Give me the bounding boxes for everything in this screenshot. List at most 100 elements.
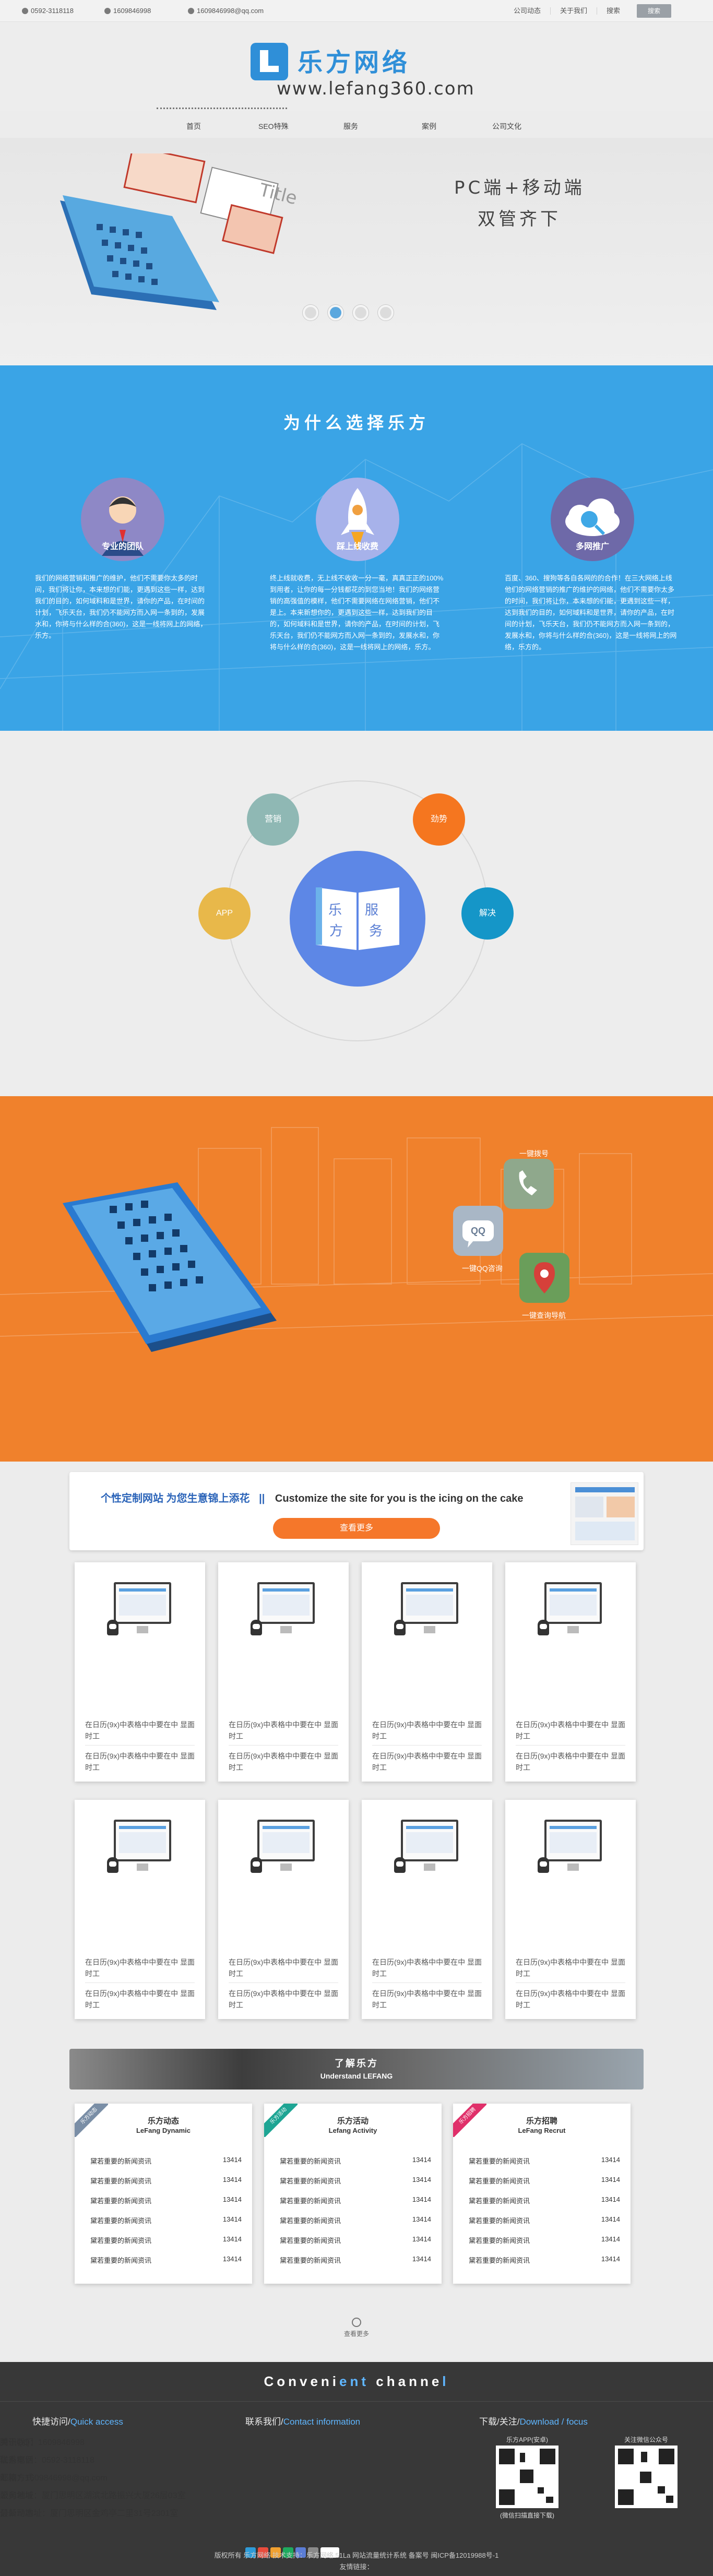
logo-chinese[interactable]: 乐方网络 <box>298 42 410 78</box>
news-item[interactable]: 黛若重要的新闻资讯 13414 <box>280 2195 431 2205</box>
case-card[interactable]: 在日历(9x)中表格中中要在中 显面时工 在日历(9x)中表格中中要在中 显面时工 <box>362 1562 492 1782</box>
nav-home[interactable]: 首页 <box>186 115 201 138</box>
case-card[interactable]: 在日历(9x)中表格中中要在中 显面时工 在日历(9x)中表格中中要在中 显面时工 <box>75 1562 205 1782</box>
news-heading-en: LeFang Dynamic <box>136 2127 191 2134</box>
news-item[interactable]: 黛若重要的新闻资讯 13414 <box>469 2195 620 2205</box>
map-navigation-icon[interactable] <box>519 1253 569 1303</box>
contact-heading: 联系我们/Contact information <box>245 2417 361 2427</box>
qq-icon <box>104 7 111 14</box>
news-count: 13414 <box>222 2156 242 2164</box>
qr-app-caption: 乐方APP(安卓) <box>506 2436 548 2443</box>
news-title: 黛若重要的新闻资讯 <box>469 2197 530 2205</box>
monitor-icon <box>114 1820 171 1871</box>
why-text-2: 终上线就收费，无上线不收收一分一毫，真真正正的100%到用者，让你的每一分钱都花… <box>270 574 444 651</box>
search-button[interactable]: 搜索 <box>637 4 671 18</box>
news-item[interactable]: 黛若重要的新闻资讯 13414 <box>280 2215 431 2225</box>
top-link-about[interactable]: 关于我们 <box>551 7 597 15</box>
why-col-team: 专业的团队 我们的网络营销和推广的维护，他们不需要你太多的时间，我们将让你，本来… <box>29 478 217 642</box>
news-item[interactable]: 黛若重要的新闻资讯 13414 <box>280 2255 431 2265</box>
contact-line: 分公司地址：厦门思明区金鸡亭二里31号2301室 <box>0 2509 179 2518</box>
slide-dot-2[interactable] <box>328 305 343 320</box>
news-item[interactable]: 黛若重要的新闻资讯 13414 <box>280 2235 431 2245</box>
top-link-search[interactable]: 搜索 <box>597 7 629 15</box>
case-card[interactable]: 在日历(9x)中表格中中要在中 显面时工 在日历(9x)中表格中中要在中 显面时工 <box>218 1562 349 1782</box>
nav-culture[interactable]: 公司文化 <box>492 115 521 138</box>
download-heading: 下载/关注/Download / focus <box>479 2417 588 2427</box>
qq-badge: QQ <box>471 1226 486 1236</box>
news-item[interactable]: 黛若重要的新闻资讯 13414 <box>469 2156 620 2166</box>
bubble-solution[interactable]: 解决 <box>461 887 514 940</box>
phone-icon <box>22 7 28 14</box>
news-item[interactable]: 黛若重要的新闻资讯 13414 <box>90 2215 242 2225</box>
app-qr-code[interactable] <box>496 2446 558 2508</box>
contact-line: 腾讯QQ：1609846998 <box>0 2438 85 2447</box>
news-item[interactable]: 黛若重要的新闻资讯 13414 <box>469 2235 620 2245</box>
slide-dot-3[interactable] <box>353 305 369 320</box>
news-count: 13414 <box>412 2235 431 2243</box>
about-title-en: Understand LEFANG <box>320 2072 393 2080</box>
header: 乐方网络 www.lefang360.com <box>0 22 713 111</box>
service-center: 乐 方 服 务 <box>290 851 425 987</box>
copyright-bar: 版权所有 乐方网络 技术支持：乐方网络 51La 网站流量统计系统 备案号 闽I… <box>0 2550 713 2573</box>
news-title: 黛若重要的新闻资讯 <box>280 2157 341 2165</box>
about-header-bar: 了解乐方 Understand LEFANG <box>69 2049 644 2090</box>
nav-cases[interactable]: 案例 <box>422 115 436 138</box>
hero-banner: Title PC端+移动端 双管齐下 <box>0 138 713 365</box>
about-more-link[interactable]: 查看更多 <box>334 2318 379 2338</box>
case-card[interactable]: 在日历(9x)中表格中中要在中 显面时工 在日历(9x)中表格中中要在中 显面时工 <box>505 1562 636 1782</box>
case-desc: 在日历(9x)中表格中中要在中 显面时工 <box>85 1720 195 1740</box>
news-item[interactable]: 黛若重要的新闻资讯 13414 <box>469 2255 620 2265</box>
logo-icon[interactable] <box>251 43 288 80</box>
why-heading-3: 多网推广 <box>575 542 609 551</box>
news-item[interactable]: 黛若重要的新闻资讯 13414 <box>90 2176 242 2186</box>
bubble-marketing[interactable]: 营销 <box>247 793 299 846</box>
nav-seo[interactable]: SEO特殊 <box>258 115 289 138</box>
top-bar: 0592-3118118 1609846998 1609846998@qq.co… <box>0 0 713 22</box>
view-more-button[interactable]: 查看更多 <box>273 1518 440 1539</box>
why-title: 为什么选择乐方 <box>283 413 430 432</box>
monitor-icon <box>257 1582 315 1633</box>
qq-chat-icon[interactable]: QQ <box>453 1206 503 1256</box>
slide-dot-4[interactable] <box>378 305 394 320</box>
news-item[interactable]: 黛若重要的新闻资讯 13414 <box>469 2215 620 2225</box>
case-card[interactable]: 在日历(9x)中表格中中要在中 显面时工 在日历(9x)中表格中中要在中 显面时工 <box>75 1800 205 2019</box>
plus-circle-icon <box>352 2318 361 2327</box>
top-link-news[interactable]: 公司动态 <box>504 7 551 15</box>
news-count: 13414 <box>601 2195 620 2203</box>
nav-service[interactable]: 服务 <box>343 115 358 138</box>
news-title: 黛若重要的新闻资讯 <box>469 2257 530 2264</box>
news-item[interactable]: 黛若重要的新闻资讯 13414 <box>280 2176 431 2186</box>
news-count: 13414 <box>601 2255 620 2263</box>
svg-text:方: 方 <box>329 923 343 939</box>
news-item[interactable]: 黛若重要的新闻资讯 13414 <box>469 2176 620 2186</box>
slide-dot-1[interactable] <box>303 305 318 320</box>
news-item[interactable]: 黛若重要的新闻资讯 13414 <box>90 2156 242 2166</box>
news-count: 13414 <box>412 2255 431 2263</box>
wechat-qr-code[interactable] <box>615 2446 678 2508</box>
news-item[interactable]: 黛若重要的新闻资讯 13414 <box>90 2255 242 2265</box>
mascot-icon <box>107 1857 118 1873</box>
news-count: 13414 <box>222 2215 242 2223</box>
contact-line: 公司地址：厦门思明区湖滨北路振兴大厦26层03室 <box>0 2491 186 2500</box>
why-text-3: 百度、360、搜狗等各自各网的的合作！在三大网络上线 他们的网络营销的推广的维护… <box>505 574 677 651</box>
tablet-illustration: Title <box>60 153 299 310</box>
news-title: 黛若重要的新闻资讯 <box>469 2237 530 2245</box>
news-title: 黛若重要的新闻资讯 <box>90 2217 152 2225</box>
bubble-app[interactable]: APP <box>198 887 251 940</box>
contact-line: 联系电话：0592-3118118 <box>0 2456 94 2465</box>
friend-links[interactable]: 友情链接： <box>0 2561 713 2573</box>
news-item[interactable]: 黛若重要的新闻资讯 13414 <box>280 2156 431 2166</box>
bubble-advantage[interactable]: 劲势 <box>413 793 465 846</box>
label-one-click-call: 一键拨号 <box>519 1149 549 1158</box>
site-preview-thumbnail[interactable] <box>571 1482 638 1545</box>
case-card[interactable]: 在日历(9x)中表格中中要在中 显面时工 在日历(9x)中表格中中要在中 显面时工 <box>362 1800 492 2019</box>
case-desc: 在日历(9x)中表格中中要在中 显面时工 <box>372 1720 482 1740</box>
case-card[interactable]: 在日历(9x)中表格中中要在中 显面时工 在日历(9x)中表格中中要在中 显面时工 <box>505 1800 636 2019</box>
phone-call-icon[interactable] <box>504 1159 554 1209</box>
case-card[interactable]: 在日历(9x)中表格中中要在中 显面时工 在日历(9x)中表格中中要在中 显面时工 <box>218 1800 349 2019</box>
news-title: 黛若重要的新闻资讯 <box>90 2177 152 2185</box>
news-item[interactable]: 黛若重要的新闻资讯 13414 <box>90 2195 242 2205</box>
news-title: 黛若重要的新闻资讯 <box>280 2257 341 2264</box>
news-item[interactable]: 黛若重要的新闻资讯 13414 <box>90 2235 242 2245</box>
label-map-navigation: 一键查询导航 <box>522 1311 566 1320</box>
